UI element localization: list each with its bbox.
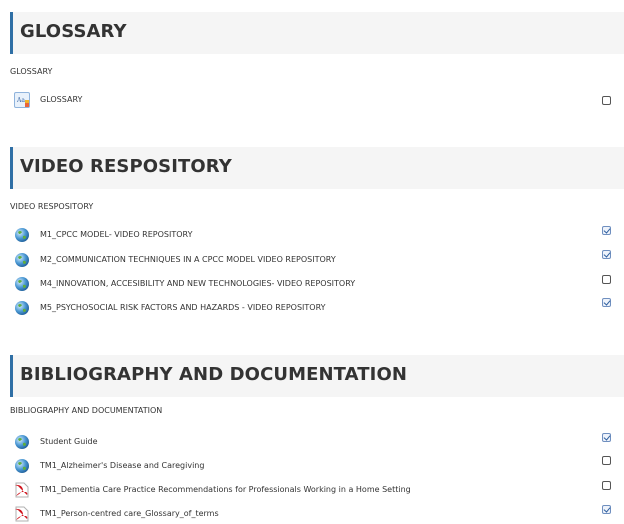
activity-label[interactable]: GLOSSARY bbox=[40, 95, 82, 104]
completion-checkbox[interactable] bbox=[602, 96, 611, 105]
section-header: BIBLIOGRAPHY AND DOCUMENTATION bbox=[10, 355, 624, 397]
section-summary: VIDEO RESPOSITORY bbox=[10, 202, 94, 211]
activity-alzheimers[interactable]: TM1_Alzheimer's Disease and Caregiving bbox=[14, 456, 624, 476]
svg-text:Aa: Aa bbox=[16, 97, 25, 104]
section-title: BIBLIOGRAPHY AND DOCUMENTATION bbox=[20, 364, 408, 385]
completion-checkbox[interactable] bbox=[602, 456, 611, 465]
section-title: GLOSSARY bbox=[20, 21, 127, 42]
activity-person-centred[interactable]: TM1_Person-centred care_Glossary_of_term… bbox=[14, 504, 624, 524]
activity-label[interactable]: M2_COMMUNICATION TECHNIQUES IN A CPCC MO… bbox=[40, 255, 336, 264]
completion-checkbox[interactable] bbox=[602, 275, 611, 284]
url-globe-icon bbox=[15, 301, 29, 315]
url-globe-icon bbox=[15, 435, 29, 449]
glossary-icon: Aa bbox=[14, 92, 30, 108]
url-globe-icon bbox=[15, 459, 29, 473]
activity-label[interactable]: M4_INNOVATION, ACCESIBILITY AND NEW TECH… bbox=[40, 279, 355, 288]
section-header: VIDEO RESPOSITORY bbox=[10, 147, 624, 189]
activity-dementia-care[interactable]: TM1_Dementia Care Practice Recommendatio… bbox=[14, 480, 624, 500]
url-globe-icon bbox=[15, 228, 29, 242]
activity-video-m1[interactable]: M1_CPCC MODEL- VIDEO REPOSITORY bbox=[14, 225, 624, 245]
activity-label[interactable]: M1_CPCC MODEL- VIDEO REPOSITORY bbox=[40, 230, 192, 239]
section-summary: BIBLIOGRAPHY AND DOCUMENTATION bbox=[10, 406, 163, 415]
pdf-file-icon bbox=[15, 506, 29, 522]
section-header: GLOSSARY bbox=[10, 12, 624, 54]
activity-label[interactable]: M5_PSYCHOSOCIAL RISK FACTORS AND HAZARDS… bbox=[40, 303, 326, 312]
activity-video-m2[interactable]: M2_COMMUNICATION TECHNIQUES IN A CPCC MO… bbox=[14, 250, 624, 270]
pdf-file-icon bbox=[15, 482, 29, 498]
completion-checkbox[interactable] bbox=[602, 433, 611, 442]
activity-student-guide[interactable]: Student Guide bbox=[14, 432, 624, 452]
completion-checkbox[interactable] bbox=[602, 481, 611, 490]
section-summary: GLOSSARY bbox=[10, 67, 53, 76]
section-title: VIDEO RESPOSITORY bbox=[20, 156, 232, 177]
activity-glossary[interactable]: Aa GLOSSARY bbox=[14, 90, 624, 110]
activity-label[interactable]: Student Guide bbox=[40, 437, 98, 446]
activity-label[interactable]: TM1_Dementia Care Practice Recommendatio… bbox=[40, 485, 411, 494]
activity-label[interactable]: TM1_Alzheimer's Disease and Caregiving bbox=[40, 461, 204, 470]
completion-checkbox[interactable] bbox=[602, 505, 611, 514]
activity-video-m4[interactable]: M4_INNOVATION, ACCESIBILITY AND NEW TECH… bbox=[14, 274, 624, 294]
completion-checkbox[interactable] bbox=[602, 250, 611, 259]
completion-checkbox[interactable] bbox=[602, 298, 611, 307]
url-globe-icon bbox=[15, 277, 29, 291]
activity-label[interactable]: TM1_Person-centred care_Glossary_of_term… bbox=[40, 509, 219, 518]
completion-checkbox[interactable] bbox=[602, 226, 611, 235]
activity-video-m5[interactable]: M5_PSYCHOSOCIAL RISK FACTORS AND HAZARDS… bbox=[14, 298, 624, 318]
url-globe-icon bbox=[15, 253, 29, 267]
